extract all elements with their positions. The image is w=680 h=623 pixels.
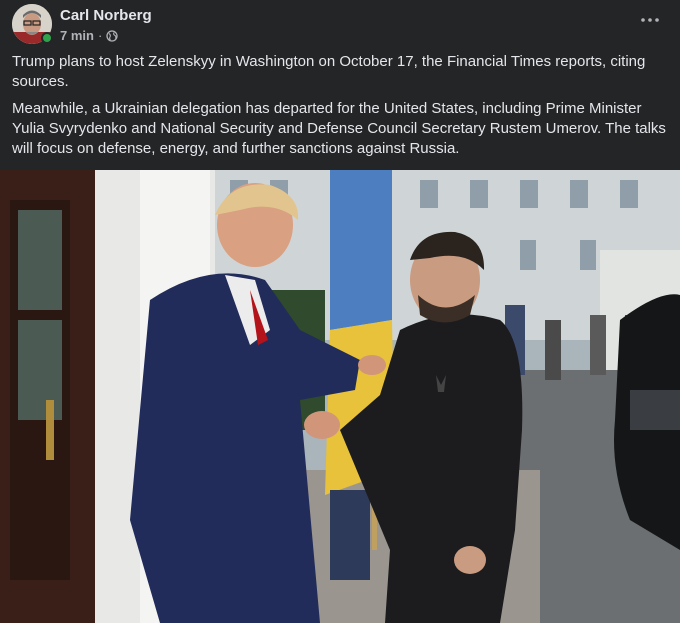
post-meta: 7 min · (60, 28, 118, 43)
post-text: Trump plans to host Zelenskyy in Washing… (12, 52, 668, 166)
meta-separator: · (97, 28, 103, 43)
author-avatar-link[interactable] (12, 4, 53, 44)
post-header: Carl Norberg 7 min · (12, 4, 668, 46)
author-name[interactable]: Carl Norberg (60, 7, 152, 24)
more-horizontal-icon[interactable] (640, 12, 660, 28)
globe-icon[interactable] (106, 29, 118, 42)
post-paragraph-2: Meanwhile, a Ukrainian delegation has de… (12, 100, 666, 157)
post-paragraph-1: Trump plans to host Zelenskyy in Washing… (12, 53, 646, 90)
online-status-indicator (41, 32, 53, 44)
post-time[interactable]: 7 min (60, 28, 94, 43)
post-photo[interactable] (0, 170, 680, 623)
post-card: Carl Norberg 7 min · Trump plans to host… (0, 0, 680, 623)
